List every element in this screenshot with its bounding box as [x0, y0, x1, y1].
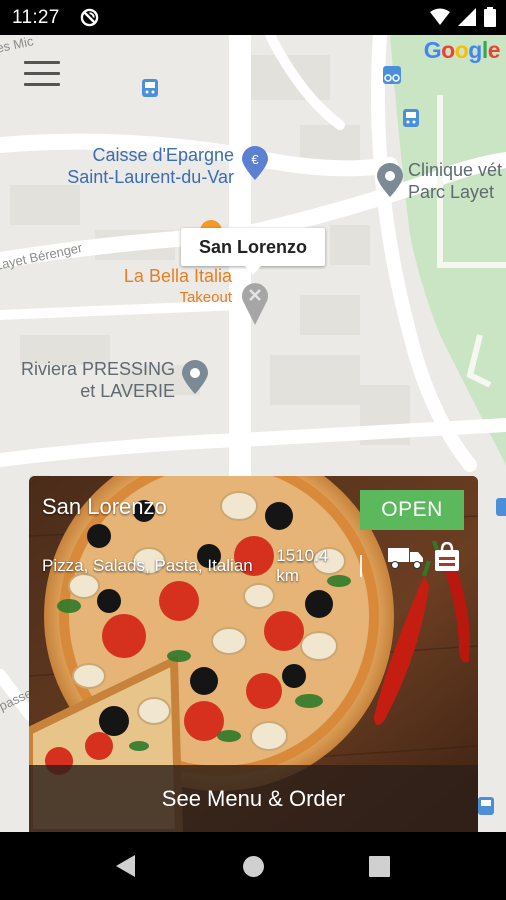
poi-clinique[interactable]: Clinique vét Parc Layet — [408, 159, 506, 203]
logo-letter: G — [423, 37, 442, 63]
back-icon[interactable] — [114, 854, 136, 878]
restaurant-card[interactable]: San Lorenzo OPEN Pizza, Salads, Pasta, I… — [29, 476, 478, 833]
location-pin-icon[interactable] — [182, 360, 208, 394]
poi-caisse-epargne[interactable]: Caisse d'Epargne Saint-Laurent-du-Var — [54, 144, 234, 188]
bus-icon[interactable] — [478, 797, 494, 815]
signal-icon — [458, 8, 476, 26]
poi-name: Clinique vét — [408, 160, 503, 180]
logo-letter: o — [441, 37, 455, 63]
bus-icon[interactable] — [142, 79, 158, 97]
location-pin-icon[interactable] — [377, 163, 403, 197]
google-logo: Google — [423, 37, 501, 64]
restaurant-categories: Pizza, Salads, Pasta, Italian — [42, 556, 253, 575]
status-bar: 11:27 — [0, 0, 506, 35]
map-marker[interactable] — [241, 281, 269, 325]
poi-la-bella-italia[interactable]: La Bella Italia Takeout — [110, 265, 232, 309]
poi-riviera-pressing[interactable]: Riviera PRESSING et LAVERIE — [18, 358, 175, 402]
info-divider — [360, 555, 362, 577]
poi-name: et LAVERIE — [80, 381, 175, 401]
see-menu-order-button[interactable]: See Menu & Order — [29, 765, 478, 833]
restaurant-distance: 1510.4 km — [276, 546, 329, 585]
poi-subtitle: Takeout — [179, 289, 232, 306]
wifi-icon — [430, 8, 450, 25]
poi-name: Caisse d'Epargne — [92, 145, 234, 165]
bike-icon[interactable] — [383, 66, 401, 84]
euro-pin-icon[interactable]: € — [242, 146, 268, 180]
recents-icon[interactable] — [369, 856, 390, 877]
dnd-icon — [80, 8, 99, 27]
battery-icon — [484, 7, 496, 27]
logo-letter: o — [454, 37, 469, 63]
svg-text:€: € — [251, 152, 259, 167]
system-nav-bar — [0, 832, 506, 900]
logo-letter: g — [468, 37, 482, 63]
menu-icon-bar — [24, 72, 60, 75]
poi-name: Saint-Laurent-du-Var — [67, 167, 234, 187]
restaurant-info: Pizza, Salads, Pasta, Italian 1510.4 km — [42, 546, 362, 586]
home-icon[interactable] — [242, 855, 265, 878]
menu-button[interactable] — [24, 61, 60, 91]
marker-info-window[interactable]: San Lorenzo — [181, 228, 325, 275]
takeout-bag-icon — [435, 542, 459, 571]
poi-name: La Bella Italia — [123, 266, 232, 286]
status-time: 11:27 — [12, 7, 60, 28]
menu-icon-bar — [24, 83, 60, 86]
open-status-badge: OPEN — [360, 490, 464, 530]
restaurant-name: San Lorenzo — [42, 494, 167, 519]
logo-letter: e — [487, 37, 501, 63]
menu-icon-bar — [24, 61, 60, 64]
bus-icon[interactable] — [403, 109, 419, 127]
poi-name: Parc Layet — [408, 182, 495, 202]
poi-name: Riviera PRESSING — [20, 359, 175, 379]
delivery-truck-icon — [388, 548, 423, 569]
bus-icon[interactable] — [496, 498, 506, 516]
